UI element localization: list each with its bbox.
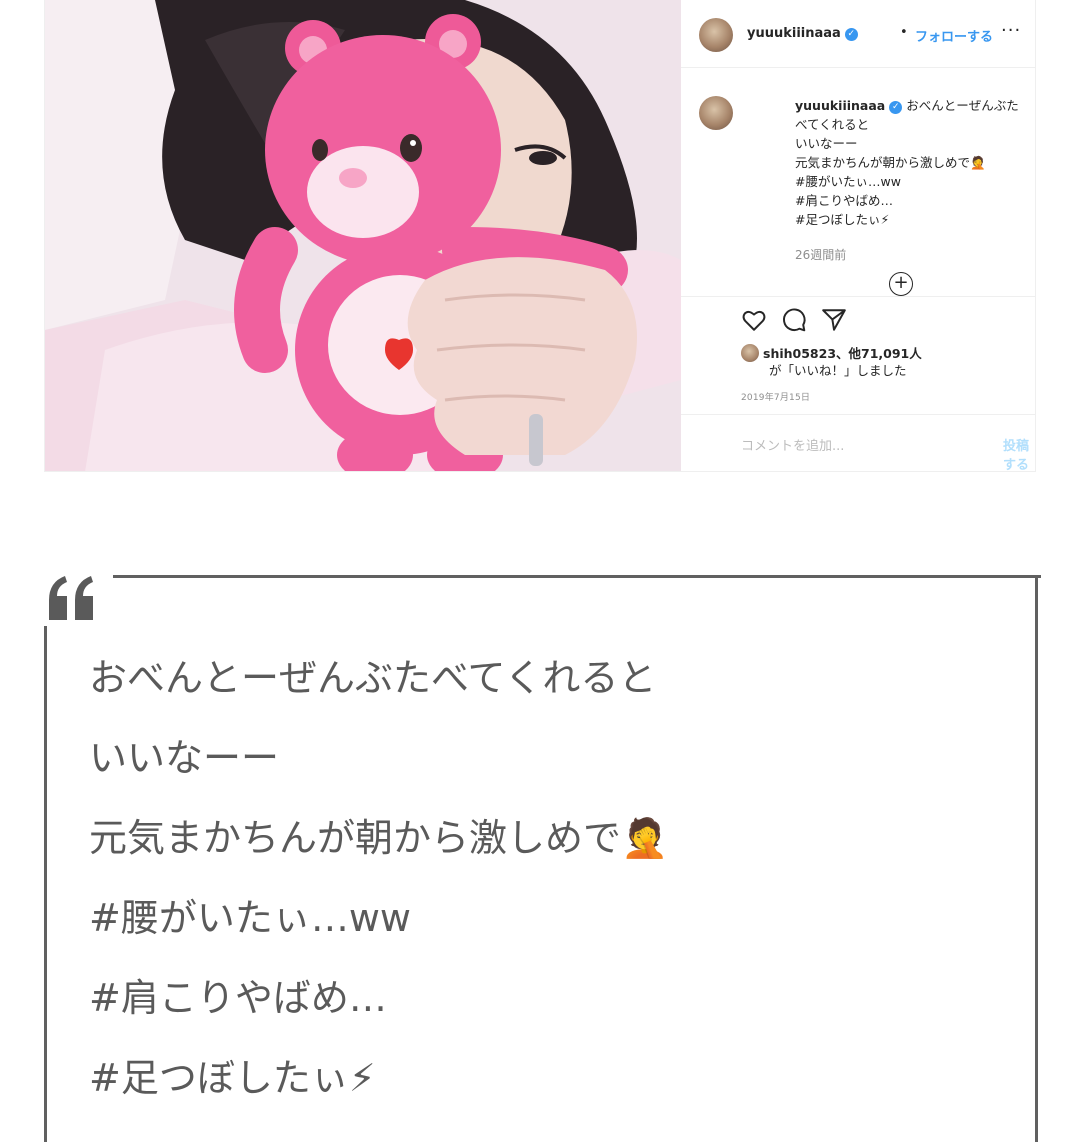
post-date[interactable]: 2019年7月15日 <box>741 390 810 403</box>
caption-line: おべんとーぜんぶた <box>906 98 1019 113</box>
caption-verified-badge-icon: ✓ <box>889 101 903 114</box>
quote-top-border <box>113 575 1041 578</box>
author-username[interactable]: yuuukiiinaaa ✓ <box>747 26 858 41</box>
comment-bar: コメントを追加... 投稿する <box>681 414 1035 471</box>
share-icon[interactable] <box>821 307 847 333</box>
photo-illustration <box>45 0 681 471</box>
quote-icon <box>41 566 111 626</box>
author-avatar[interactable] <box>699 18 733 52</box>
post-photo[interactable] <box>45 0 681 471</box>
load-more-icon[interactable]: + <box>889 272 913 296</box>
more-options-icon[interactable]: ··· <box>1001 20 1021 41</box>
post-header: yuuukiiinaaa ✓ • フォローする ··· <box>681 0 1035 68</box>
verified-badge-icon: ✓ <box>844 28 858 41</box>
follow-button[interactable]: フォローする <box>915 26 993 45</box>
caption-hashtag[interactable]: #腰がいたぃ…ww <box>795 172 1035 191</box>
caption-username[interactable]: yuuukiiinaaa ✓ <box>795 98 903 114</box>
caption-avatar[interactable] <box>699 96 733 130</box>
comment-icon[interactable] <box>781 307 807 333</box>
caption-line: べてくれると <box>795 117 870 132</box>
likes-summary-suffix: が「いいね！」しました <box>769 363 907 378</box>
caption-line: 元気まかちんが朝から激しめで🤦 <box>795 155 986 170</box>
liker-avatar <box>741 344 759 362</box>
quote-body: おべんとーぜんぶたべてくれると いいなーー 元気まかちんが朝から激しめで🤦 #腰… <box>89 648 989 1128</box>
blockquote: おべんとーぜんぶたべてくれると いいなーー 元気まかちんが朝から激しめで🤦 #腰… <box>41 566 1041 1142</box>
post-sidebar: yuuukiiinaaa ✓ • フォローする ··· yuuukiiinaaa ✓… <box>681 0 1035 471</box>
quote-hashtag: #腰がいたぃ…ww <box>89 896 411 940</box>
post-comment-button[interactable]: 投稿する <box>1003 435 1035 471</box>
action-bar <box>681 296 1035 340</box>
heart-icon[interactable] <box>741 307 767 333</box>
quote-line: いいなーー <box>89 736 280 780</box>
quote-line: 元気まかちんが朝から激しめで🤦 <box>89 816 669 860</box>
caption-hashtag[interactable]: #足つぼしたぃ⚡ <box>795 210 1035 229</box>
likes-summary[interactable]: shih05823、他71,091人 <box>741 344 922 363</box>
caption-line: いいなーー <box>795 136 858 151</box>
quote-hashtag: #肩こりやばめ… <box>89 976 387 1020</box>
quote-hashtag: #足つぼしたぃ⚡ <box>89 1056 376 1100</box>
comment-input[interactable]: コメントを追加... <box>741 435 844 454</box>
caption-hashtag[interactable]: #肩こりやばめ… <box>795 191 1035 210</box>
instagram-embed: yuuukiiinaaa ✓ • フォローする ··· yuuukiiinaaa ✓… <box>44 0 1036 472</box>
quote-line: おべんとーぜんぶたべてくれると <box>89 656 657 700</box>
caption-time-ago: 26週間前 <box>795 248 847 262</box>
header-separator: • <box>900 25 908 40</box>
post-caption: yuuukiiinaaa ✓ おべんとーぜんぶた べてくれると いいなーー 元気ま… <box>795 96 1035 229</box>
